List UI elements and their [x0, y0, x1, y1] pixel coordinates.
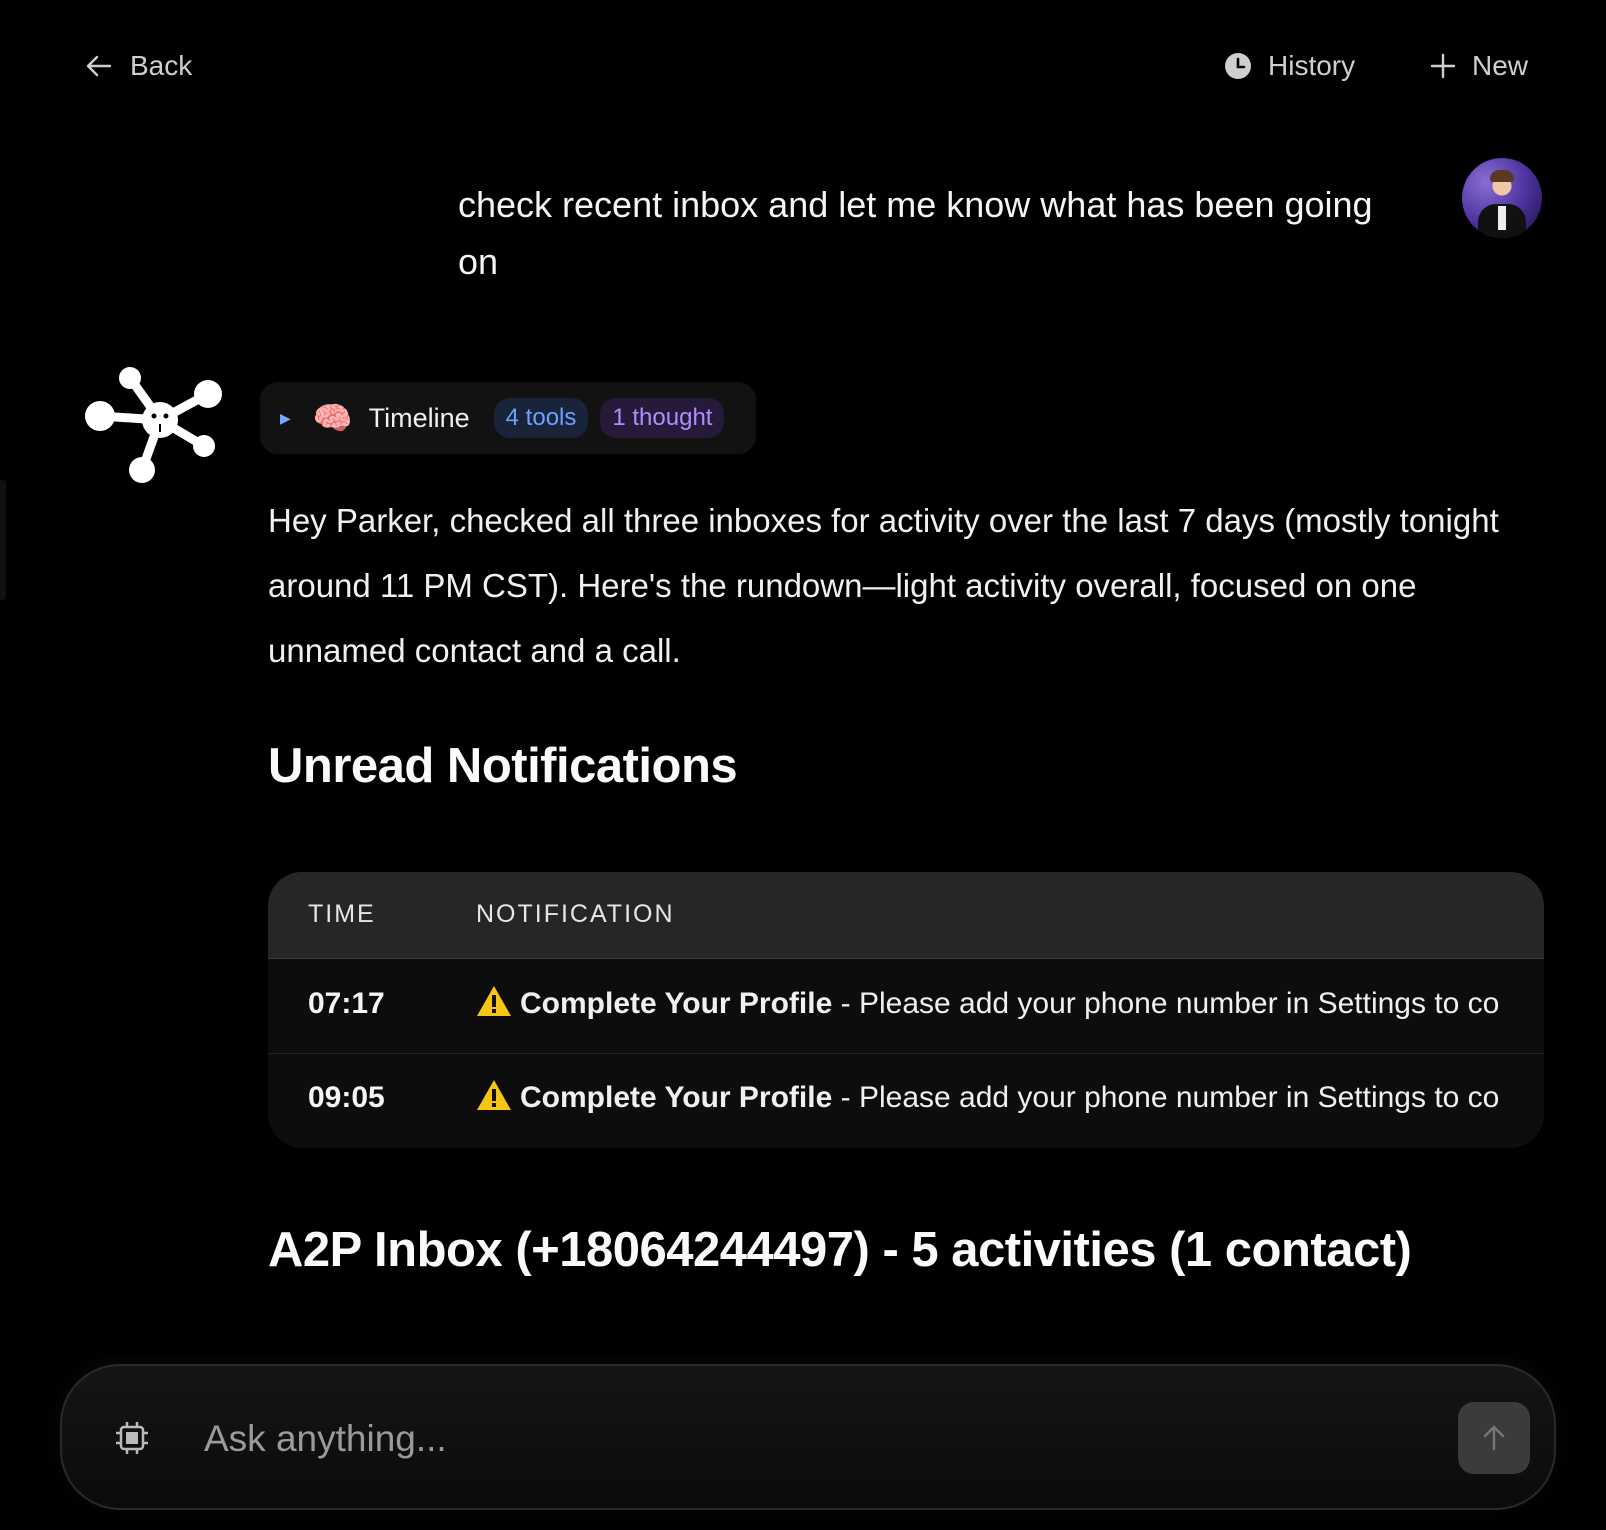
- row-time: 07:17: [308, 987, 385, 1020]
- user-avatar[interactable]: [1462, 158, 1542, 238]
- warning-icon: [477, 986, 511, 1016]
- arrow-up-icon: [1483, 1425, 1505, 1451]
- sidebar-edge: [0, 480, 6, 600]
- chat-page: Back History New check recent inbox and …: [0, 0, 1606, 1530]
- column-header-time: TIME: [308, 900, 376, 928]
- message-composer: [60, 1364, 1556, 1510]
- notification-title: Complete Your Profile: [520, 1081, 833, 1114]
- notification-title: Complete Your Profile: [520, 987, 833, 1020]
- chip-icon[interactable]: [114, 1420, 150, 1456]
- row-time: 09:05: [308, 1081, 385, 1114]
- timeline-label: Timeline: [368, 402, 470, 433]
- table-header: TIME NOTIFICATION: [268, 872, 1544, 959]
- notification-detail: Please add your phone number in Settings…: [858, 1081, 1500, 1114]
- assistant-intro: Hey Parker, checked all three inboxes fo…: [268, 502, 1499, 669]
- row-notification: Complete Your Profile - Please add your …: [476, 1079, 1499, 1115]
- notifications-table: TIME NOTIFICATION 07:17 Complete Your Pr…: [268, 872, 1544, 1148]
- notification-separator: -: [832, 1081, 859, 1114]
- brain-icon: 🧠: [312, 400, 353, 436]
- user-message: check recent inbox and let me know what …: [458, 184, 1373, 282]
- row-notification: Complete Your Profile - Please add your …: [476, 985, 1499, 1021]
- tools-badge: 4 tools: [493, 398, 589, 438]
- ask-input[interactable]: [202, 1406, 1406, 1472]
- column-header-notification: NOTIFICATION: [476, 900, 675, 928]
- caret-right-icon: ▶: [280, 409, 291, 426]
- table-row: 09:05 Complete Your Profile - Please add…: [268, 1053, 1544, 1147]
- history-label: History: [1268, 50, 1356, 81]
- thought-badge: 1 thought: [600, 398, 725, 438]
- assistant-logo-icon: [85, 367, 222, 483]
- arrow-left-icon: [86, 55, 112, 77]
- section-heading-a2p-inbox: A2P Inbox (+18064244497) - 5 activities …: [268, 1223, 1412, 1277]
- history-button[interactable]: History: [1224, 50, 1355, 82]
- section-heading-unread: Unread Notifications: [268, 739, 738, 793]
- timeline-toggle[interactable]: ▶ 🧠 Timeline 4 tools 1 thought: [260, 382, 756, 454]
- notification-detail: Please add your phone number in Settings…: [858, 987, 1500, 1020]
- new-chat-button[interactable]: New: [1430, 50, 1528, 82]
- table-row: 07:17 Complete Your Profile - Please add…: [268, 959, 1544, 1054]
- back-button[interactable]: Back: [84, 50, 192, 82]
- back-label: Back: [130, 50, 193, 81]
- new-label: New: [1472, 50, 1529, 81]
- notification-separator: -: [832, 987, 859, 1020]
- send-button[interactable]: [1458, 1402, 1530, 1474]
- clock-icon: [1225, 53, 1251, 79]
- warning-icon: [477, 1080, 511, 1110]
- plus-icon: [1430, 53, 1456, 79]
